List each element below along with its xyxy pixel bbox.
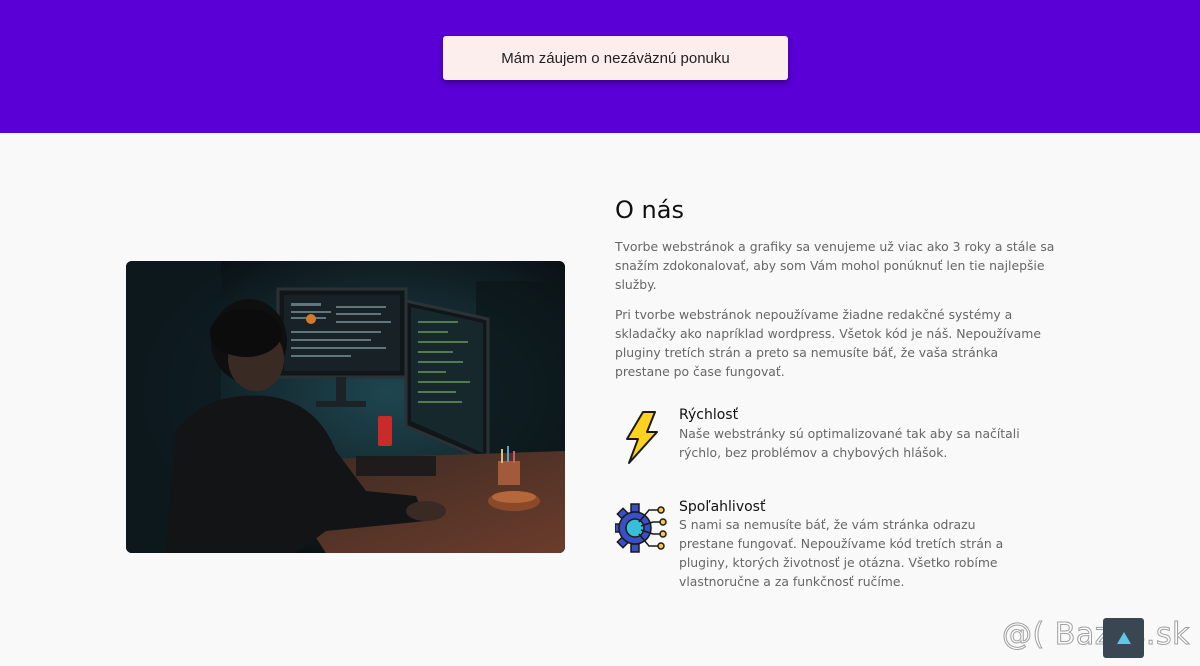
arrow-up-icon xyxy=(1116,632,1131,644)
feature-text-reliability: S nami sa nemusíte báť, že vám stránka o… xyxy=(679,517,1004,589)
feature-title-reliability: Spoľahlivosť xyxy=(679,499,766,515)
lightning-bolt-icon xyxy=(621,410,661,465)
scroll-to-top-button[interactable] xyxy=(1103,618,1144,658)
hero-banner: Mám záujem o nezáväznú ponuku xyxy=(0,0,1200,133)
gear-network-icon xyxy=(614,502,667,554)
developer-photo xyxy=(126,261,565,553)
offer-interest-button[interactable]: Mám záujem o nezáväznú ponuku xyxy=(443,36,788,80)
about-paragraph-1: Tvorbe webstránok a grafiky sa venujeme … xyxy=(615,239,1055,292)
bazos-watermark: @( Bazos.sk xyxy=(1002,617,1190,653)
feature-text-speed: Naše webstránky sú optimalizované tak ab… xyxy=(679,426,1020,460)
feature-title-speed: Rýchlosť xyxy=(679,407,739,423)
about-title: O nás xyxy=(615,196,684,224)
about-paragraph-2: Pri tvorbe webstránok nepoužívame žiadne… xyxy=(615,307,1041,379)
